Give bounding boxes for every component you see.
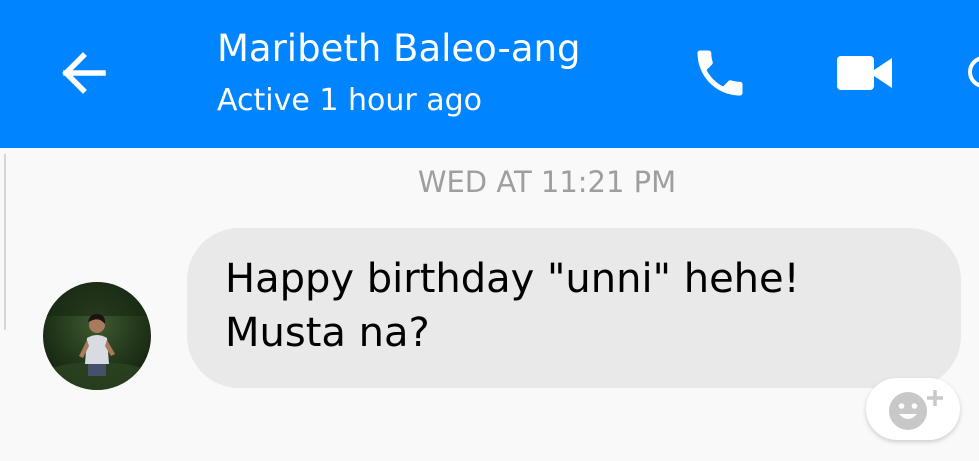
messenger-conversation-screen: Maribeth Baleo-ang Active 1 hour ago WED… — [0, 0, 979, 461]
conversation-info-button[interactable] — [966, 55, 979, 89]
arrow-left-icon — [62, 52, 106, 94]
message-timestamp: WED AT 11:21 PM — [417, 165, 677, 199]
message-text: Happy birthday "unni" hehe! Musta na? — [225, 256, 800, 356]
info-icon — [968, 56, 979, 88]
video-call-button[interactable] — [830, 45, 900, 101]
contact-avatar[interactable] — [43, 282, 151, 390]
contact-name[interactable]: Maribeth Baleo-ang — [217, 24, 580, 74]
contact-active-status: Active 1 hour ago — [217, 83, 482, 118]
voice-call-button[interactable] — [684, 40, 756, 106]
video-camera-icon — [837, 56, 892, 90]
phone-icon — [697, 50, 743, 96]
conversation-header: Maribeth Baleo-ang Active 1 hour ago — [0, 0, 979, 148]
smiley-add-icon — [889, 390, 943, 430]
back-button[interactable] — [50, 45, 116, 101]
incoming-message-bubble[interactable]: Happy birthday "unni" hehe! Musta na? — [187, 228, 961, 388]
contact-avatar-photo — [43, 282, 151, 390]
add-reaction-button[interactable] — [866, 378, 960, 440]
